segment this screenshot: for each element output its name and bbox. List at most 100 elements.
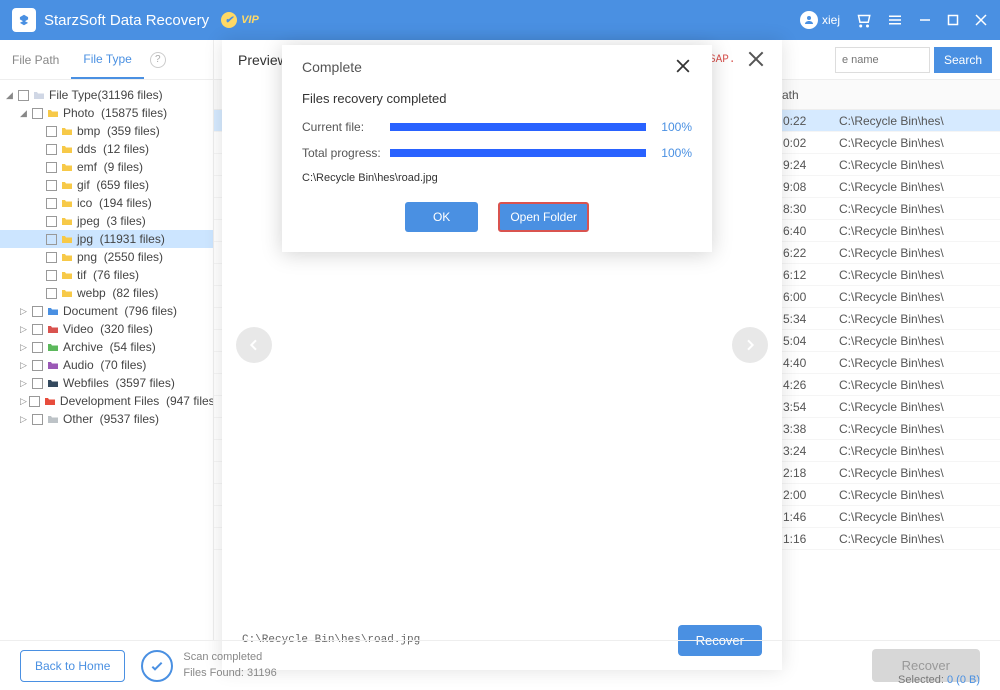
expander-icon[interactable]: ▷ <box>20 306 30 317</box>
cell-path: C:\Recycle Bin\hes\ <box>829 378 944 392</box>
folder-icon <box>47 378 59 388</box>
tab-file-type[interactable]: File Type <box>71 40 143 79</box>
file-type-tree[interactable]: ◢ File Type(31196 files) ◢Photo (15875 f… <box>0 80 213 640</box>
checkbox[interactable] <box>32 414 43 425</box>
folder-icon <box>61 180 73 190</box>
folder-icon <box>47 360 59 370</box>
checkbox[interactable] <box>46 252 57 263</box>
search-input[interactable] <box>835 47 930 73</box>
tree-item-webp[interactable]: webp (82 files) <box>0 284 213 302</box>
folder-icon <box>47 306 59 316</box>
checkbox[interactable] <box>32 306 43 317</box>
open-folder-button[interactable]: Open Folder <box>498 202 589 232</box>
prev-button[interactable] <box>236 327 272 363</box>
scan-status-text: Scan completed <box>183 650 276 665</box>
tree-item-development-files[interactable]: ▷Development Files (947 files) <box>0 392 213 410</box>
complete-close-icon[interactable] <box>676 59 692 75</box>
help-icon[interactable]: ? <box>150 52 166 68</box>
checkbox[interactable] <box>46 126 57 137</box>
scan-status: Scan completed Files Found: 31196 <box>141 650 276 682</box>
app-title: StarzSoft Data Recovery <box>44 12 209 29</box>
left-panel: File Path File Type ? ◢ File Type(31196 … <box>0 40 214 640</box>
folder-icon <box>61 198 73 208</box>
tree-item-jpg[interactable]: jpg (11931 files) <box>0 230 213 248</box>
maximize-button[interactable] <box>946 13 960 27</box>
selected-label: Selected: <box>898 674 944 686</box>
tree-item-tif[interactable]: tif (76 files) <box>0 266 213 284</box>
folder-icon <box>61 270 73 280</box>
expander-icon[interactable]: ▷ <box>20 378 30 389</box>
checkbox[interactable] <box>46 234 57 245</box>
checkbox[interactable] <box>32 108 43 119</box>
checkbox[interactable] <box>32 324 43 335</box>
expander-icon[interactable]: ◢ <box>6 90 16 101</box>
expander-icon[interactable]: ▷ <box>20 342 30 353</box>
expander-icon[interactable]: ▷ <box>20 324 30 335</box>
tree-item-audio[interactable]: ▷Audio (70 files) <box>0 356 213 374</box>
total-progress-bar <box>390 149 646 157</box>
checkbox[interactable] <box>29 396 40 407</box>
preview-body: Complete Files recovery completed Curren… <box>222 80 782 610</box>
checkbox[interactable] <box>18 90 29 101</box>
left-tabs: File Path File Type ? <box>0 40 213 80</box>
tree-item-dds[interactable]: dds (12 files) <box>0 140 213 158</box>
folder-icon <box>61 252 73 262</box>
expander-icon[interactable]: ▷ <box>20 414 30 425</box>
folder-icon <box>33 90 45 100</box>
menu-icon[interactable] <box>886 11 904 29</box>
selected-info: Selected: 0 (0 B) <box>898 674 980 686</box>
cell-time: 5:04 <box>779 334 829 348</box>
checkbox[interactable] <box>46 162 57 173</box>
tree-item-other[interactable]: ▷Other (9537 files) <box>0 410 213 428</box>
checkbox[interactable] <box>32 342 43 353</box>
user-account[interactable]: xiej <box>800 11 840 29</box>
checkbox[interactable] <box>32 360 43 371</box>
expander-icon[interactable]: ◢ <box>20 108 30 119</box>
cell-path: C:\Recycle Bin\hes\ <box>829 136 944 150</box>
tree-item-label: Video (320 files) <box>63 322 207 336</box>
folder-icon <box>61 126 73 136</box>
minimize-button[interactable] <box>918 13 932 27</box>
checkbox[interactable] <box>46 270 57 281</box>
tree-item-jpeg[interactable]: jpeg (3 files) <box>0 212 213 230</box>
tree-item-label: emf (9 files) <box>77 160 207 174</box>
tree-item-video[interactable]: ▷ Video (320 files) <box>0 320 213 338</box>
tree-item-photo[interactable]: ◢Photo (15875 files) <box>0 104 213 122</box>
close-button[interactable] <box>974 13 988 27</box>
selected-value: 0 (0 B) <box>947 674 980 686</box>
next-button[interactable] <box>732 327 768 363</box>
expander-icon[interactable]: ▷ <box>20 360 30 371</box>
cell-time: 1:16 <box>779 532 829 546</box>
cell-path: C:\Recycle Bin\hes\ <box>829 532 944 546</box>
checkbox[interactable] <box>46 180 57 191</box>
tree-item-document[interactable]: ▷Document (796 files) <box>0 302 213 320</box>
folder-icon <box>61 288 73 298</box>
cell-path: C:\Recycle Bin\hes\ <box>829 268 944 282</box>
tree-item-ico[interactable]: ico (194 files) <box>0 194 213 212</box>
checkbox[interactable] <box>46 144 57 155</box>
cell-time: 2:00 <box>779 488 829 502</box>
search-button[interactable]: Search <box>934 47 992 73</box>
tree-root[interactable]: ◢ File Type(31196 files) <box>0 86 213 104</box>
back-home-button[interactable]: Back to Home <box>20 650 125 682</box>
checkbox[interactable] <box>46 198 57 209</box>
cell-path: C:\Recycle Bin\hes\ <box>829 312 944 326</box>
tree-item-emf[interactable]: emf (9 files) <box>0 158 213 176</box>
checkbox[interactable] <box>32 378 43 389</box>
tree-item-bmp[interactable]: bmp (359 files) <box>0 122 213 140</box>
checkbox[interactable] <box>46 216 57 227</box>
tab-file-path[interactable]: File Path <box>0 40 71 79</box>
tree-item-png[interactable]: png (2550 files) <box>0 248 213 266</box>
folder-icon <box>47 324 59 334</box>
cell-time: 5:34 <box>779 312 829 326</box>
checkbox[interactable] <box>46 288 57 299</box>
tree-item-webfiles[interactable]: ▷Webfiles (3597 files) <box>0 374 213 392</box>
expander-icon[interactable]: ▷ <box>20 396 27 407</box>
cart-icon[interactable] <box>854 11 872 29</box>
cell-time: 3:38 <box>779 422 829 436</box>
tree-item-gif[interactable]: gif (659 files) <box>0 176 213 194</box>
cell-time: 4:26 <box>779 378 829 392</box>
ok-button[interactable]: OK <box>405 202 478 232</box>
tree-item-archive[interactable]: ▷Archive (54 files) <box>0 338 213 356</box>
preview-close-icon[interactable] <box>748 51 766 69</box>
